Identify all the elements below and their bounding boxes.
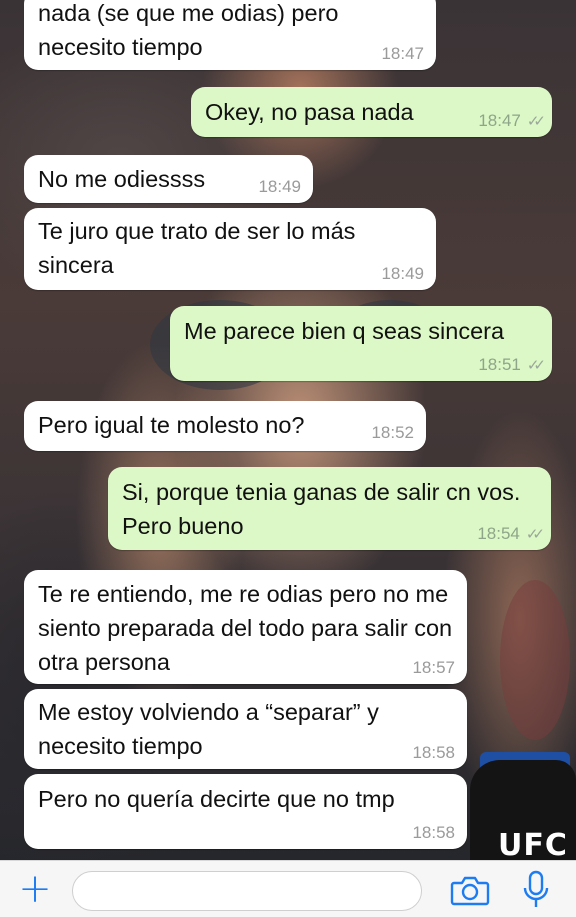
message-time: 18:49 bbox=[381, 264, 424, 283]
message-time: 18:57 bbox=[412, 658, 455, 677]
message-outgoing[interactable]: Me parece bien q seas sincera 18:51 ✓✓ bbox=[170, 306, 552, 381]
message-time: 18:47 bbox=[478, 111, 521, 130]
message-text: Me parece bien q seas sincera bbox=[184, 318, 505, 344]
message-incoming[interactable]: Te juro que trato de ser lo más sincera … bbox=[24, 208, 436, 290]
message-text: Te re entiendo, me re odias pero no me s… bbox=[38, 581, 453, 675]
chat-messages[interactable]: nada (se que me odias) pero necesito tie… bbox=[0, 0, 576, 860]
message-time: 18:58 bbox=[412, 743, 455, 762]
read-check-icon: ✓✓ bbox=[525, 525, 545, 543]
read-check-icon: ✓✓ bbox=[526, 112, 546, 130]
message-incoming[interactable]: Me estoy volviendo a “separar” y necesit… bbox=[24, 689, 467, 769]
message-incoming[interactable]: nada (se que me odias) pero necesito tie… bbox=[24, 0, 436, 70]
message-time: 18:54 bbox=[477, 524, 520, 543]
plus-icon[interactable]: + bbox=[18, 869, 52, 909]
message-time: 18:47 bbox=[381, 44, 424, 63]
microphone-icon[interactable] bbox=[520, 869, 552, 911]
message-time: 18:51 bbox=[478, 355, 521, 374]
message-text: Pero no quería decirte que no tmp bbox=[38, 786, 395, 812]
camera-icon[interactable] bbox=[450, 873, 490, 907]
message-time: 18:49 bbox=[258, 177, 301, 196]
message-incoming[interactable]: Pero no quería decirte que no tmp 18:58 bbox=[24, 774, 467, 849]
message-time: 18:52 bbox=[371, 423, 414, 442]
message-incoming[interactable]: Pero igual te molesto no? 18:52 bbox=[24, 401, 426, 451]
message-text: Si, porque tenia ganas de salir cn vos. … bbox=[122, 479, 521, 539]
message-incoming[interactable]: Te re entiendo, me re odias pero no me s… bbox=[24, 570, 467, 684]
message-input[interactable] bbox=[72, 871, 422, 911]
message-time: 18:58 bbox=[412, 823, 455, 842]
message-text: Te juro que trato de ser lo más sincera bbox=[38, 218, 356, 278]
message-outgoing[interactable]: Si, porque tenia ganas de salir cn vos. … bbox=[108, 467, 551, 550]
message-outgoing[interactable]: Okey, no pasa nada 18:47 ✓✓ bbox=[191, 87, 552, 137]
message-text: nada (se que me odias) pero necesito tie… bbox=[38, 0, 339, 60]
message-text: Me estoy volviendo a “separar” y necesit… bbox=[38, 699, 379, 759]
read-check-icon: ✓✓ bbox=[526, 356, 546, 374]
message-input-bar: + bbox=[0, 860, 576, 917]
message-incoming[interactable]: No me odiessss 18:49 bbox=[24, 155, 313, 203]
message-text: Pero igual te molesto no? bbox=[38, 412, 305, 438]
